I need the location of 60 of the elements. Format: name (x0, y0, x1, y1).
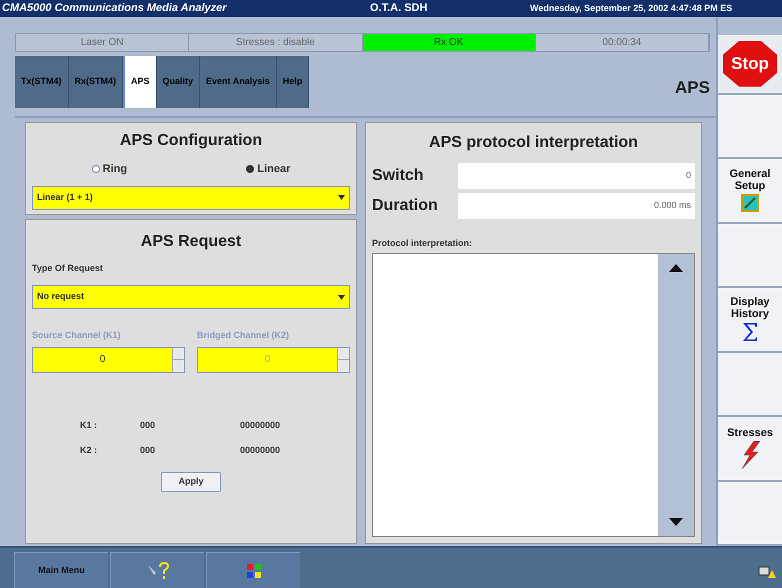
tab[interactable]: Quality (156, 56, 200, 108)
caret-icon (338, 195, 345, 200)
byte-code: 000 (140, 444, 156, 457)
radio-option[interactable]: Ring (92, 161, 128, 178)
side-button[interactable] (718, 482, 782, 546)
status-cell: Rx OK (362, 34, 536, 51)
app-title: CMA5000 Communications Media Analyzer (1, 1, 228, 16)
windows-flag-icon (244, 562, 262, 580)
sigma-icon (742, 322, 758, 342)
side-button[interactable]: Display History (718, 288, 782, 353)
readout-field: 0.000 ms (458, 193, 695, 219)
page-title: APS (675, 76, 710, 98)
side-button[interactable] (718, 352, 782, 418)
side-button[interactable]: General Setup (718, 159, 782, 224)
radio-option[interactable]: Linear (246, 161, 290, 178)
setup-icon (741, 194, 759, 212)
side-button[interactable]: Stresses (718, 417, 782, 482)
apply-button[interactable]: Apply (161, 472, 221, 492)
panel-title: APS Request (140, 232, 242, 252)
date-time: Wednesday, September 25, 2002 4:47:48 PM ES (530, 2, 732, 15)
scroll-bar[interactable] (658, 254, 694, 536)
side-button[interactable] (718, 224, 782, 288)
byte-label: K2 : (80, 444, 98, 457)
interpretation-area[interactable] (372, 252, 695, 537)
status-cell: Laser ON (16, 34, 190, 51)
panel-title: APS Configuration (118, 131, 264, 151)
spin-field[interactable]: 0 (32, 346, 185, 372)
field-label: Switch (372, 166, 425, 186)
byte-label: K1 : (80, 418, 98, 432)
caret-icon (338, 294, 345, 300)
field-label: Type Of Request (32, 262, 104, 275)
byte-bits: 00000000 (240, 444, 280, 457)
taskbar-button[interactable] (206, 552, 300, 588)
request-dropdown[interactable]: No request (32, 285, 350, 309)
tab[interactable]: Event Analysis (200, 56, 277, 108)
taskbar-button[interactable]: Main Menu (14, 552, 108, 588)
lightning-icon (740, 441, 760, 470)
taskbar-button[interactable] (110, 552, 204, 588)
field-label: Source Channel (K1) (32, 329, 122, 342)
tab[interactable]: Help (276, 56, 310, 108)
byte-code: 000 (140, 418, 156, 432)
panel-title: APS protocol interpretation (428, 133, 639, 153)
tab[interactable]: Rx(STM4) (68, 56, 124, 108)
help-icon (146, 560, 170, 580)
field-label: Duration (372, 196, 439, 216)
tab[interactable]: Tx(STM4) (15, 56, 68, 108)
mode-dropdown[interactable]: Linear (1 + 1) (32, 186, 350, 210)
stop-button[interactable]: Stop (718, 35, 782, 95)
status-cell: 00:00:34 (536, 34, 709, 51)
up-arrow-icon (669, 264, 683, 272)
status-cell: Stresses : disable (189, 34, 362, 51)
down-arrow-icon (669, 518, 683, 526)
field-label: Protocol interpretation: (372, 237, 474, 250)
readout-field: 0 (458, 163, 695, 189)
byte-bits: 00000000 (240, 418, 280, 432)
tray-icon (758, 564, 776, 580)
side-button[interactable] (718, 94, 782, 160)
field-label: Bridged Channel (K2) (197, 329, 290, 342)
mode-label: O.T.A. SDH (370, 1, 428, 16)
tab[interactable]: APS (123, 56, 157, 108)
